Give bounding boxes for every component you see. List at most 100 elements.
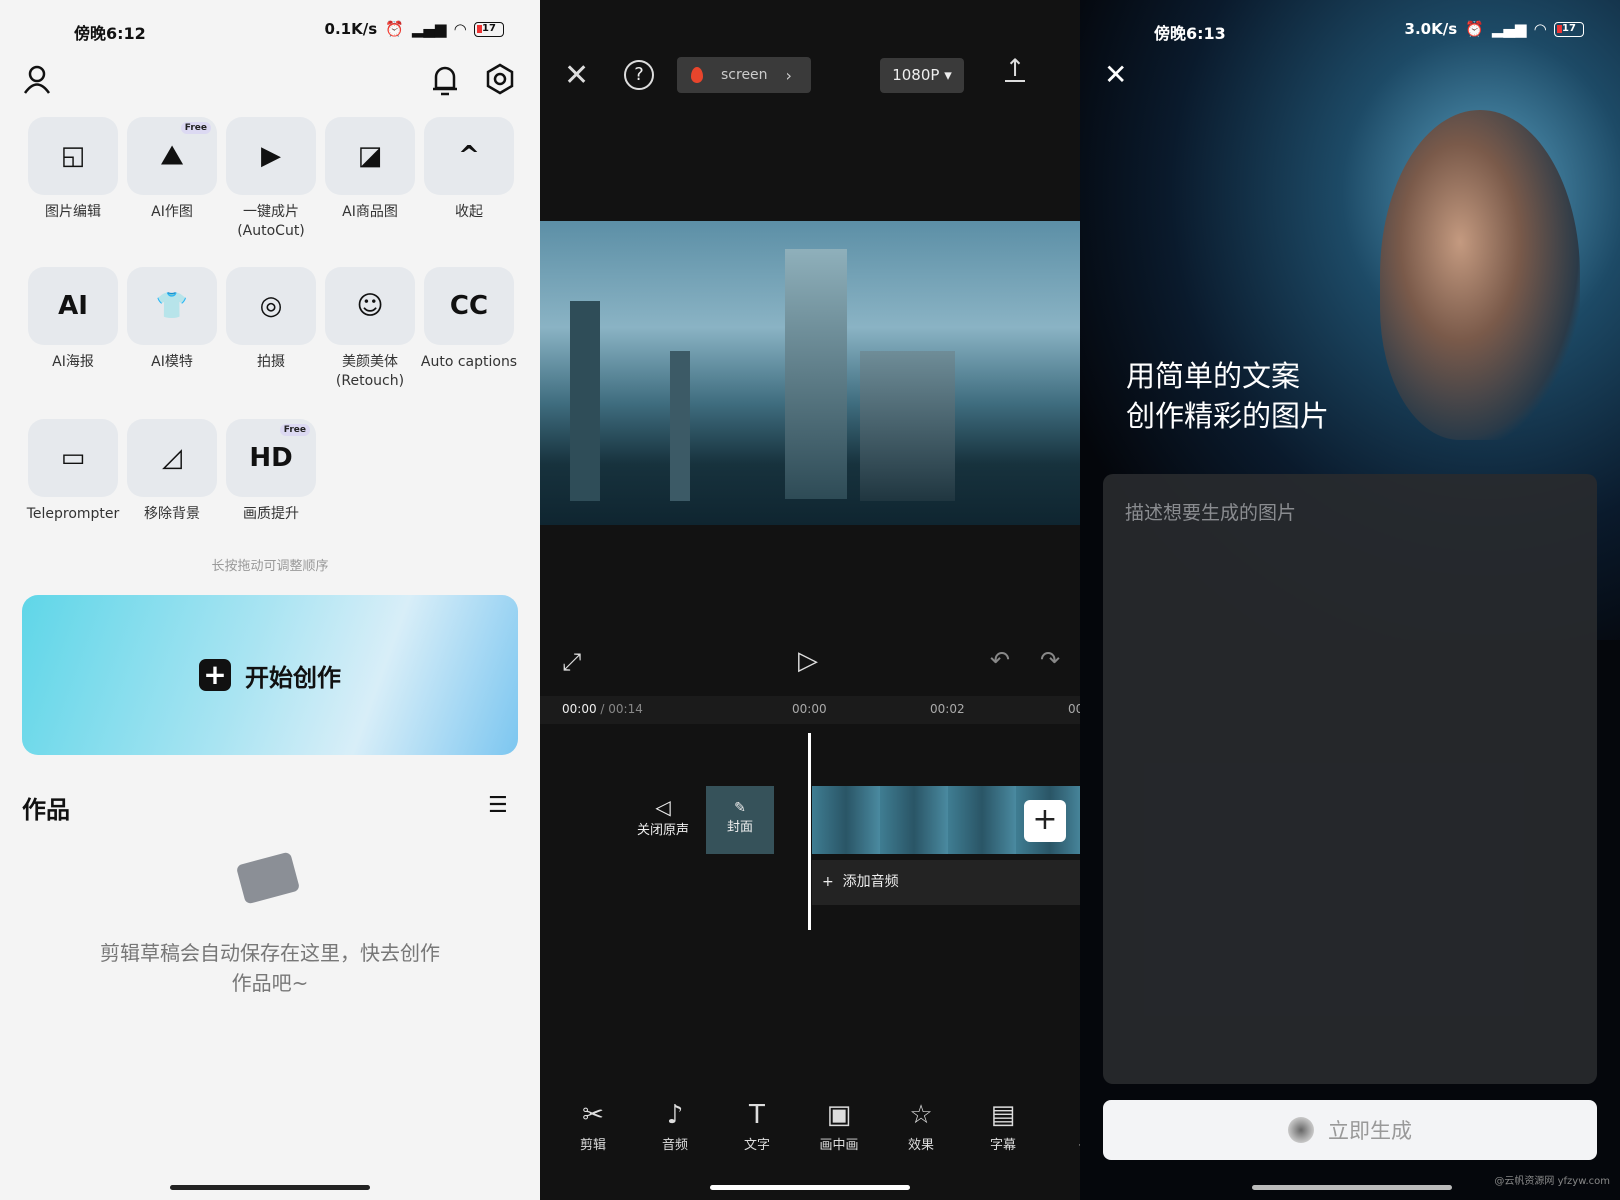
free-badge: Free <box>279 424 310 436</box>
ruler-tick: 00:02 <box>930 702 965 716</box>
network-speed: 0.1K/s <box>324 20 378 38</box>
generate-icon <box>1288 1117 1314 1143</box>
tool-tile[interactable]: ◎ <box>226 267 316 345</box>
tool-tile[interactable]: ◿ <box>127 419 217 497</box>
status-bar-right: 0.1K/s ⏰ ▂▄▆ ◠ 17 <box>325 20 504 38</box>
ai-product-icon: ◪ <box>357 141 383 171</box>
play-icon[interactable]: ▷ <box>798 646 818 676</box>
tool-label: AI海报 <box>52 354 94 370</box>
chevron-up-icon: ^ <box>458 141 480 171</box>
bell-icon[interactable] <box>430 64 460 96</box>
tool-label: 拍摄 <box>257 354 285 370</box>
remove-bg-icon: ◿ <box>162 443 182 473</box>
list-edit-icon[interactable]: ☰ <box>488 793 508 818</box>
export-icon[interactable]: ↑ <box>1005 56 1026 82</box>
status-time: 傍晚6:12 <box>74 24 146 43</box>
project-name: screen <box>721 67 768 83</box>
project-name-button[interactable]: screen › <box>677 57 811 93</box>
tool-tile[interactable]: AI <box>28 267 118 345</box>
start-create-label: 开始创作 <box>245 663 341 692</box>
toolbar-item[interactable]: ☆ 效果 <box>886 1100 956 1153</box>
watermark: @云帆资源网 yfzyw.com <box>1494 1176 1610 1187</box>
tool-label: 一键成片 (AutoCut) <box>237 204 305 239</box>
toolbar-item[interactable]: ▣ 画中画 <box>804 1100 874 1153</box>
toolbar-label: 音频 <box>661 1138 688 1153</box>
toolbar-label: 剪辑 <box>579 1138 606 1153</box>
help-icon[interactable]: ? <box>624 60 654 90</box>
start-create-button[interactable]: + 开始创作 <box>22 595 518 755</box>
headline-line: 用简单的文案 <box>1126 359 1301 393</box>
film-clip-icon <box>235 851 301 905</box>
more-icon: [ <box>1050 1100 1081 1134</box>
ai-model-icon: 👕 <box>155 291 189 321</box>
tool-label: AI商品图 <box>342 204 398 220</box>
subtitle-icon: ▤ <box>990 1100 1016 1130</box>
tool-tile[interactable]: 👕 <box>127 267 217 345</box>
generate-button[interactable]: 立即生成 <box>1103 1100 1597 1160</box>
headline-line: 创作精彩的图片 <box>1126 399 1330 433</box>
reorder-hint: 长按拖动可调整顺序 <box>211 559 329 574</box>
video-preview[interactable] <box>540 221 1080 525</box>
tool-tile[interactable]: ☺ <box>325 267 415 345</box>
mute-original-button[interactable]: ◁ 关闭原声 <box>628 795 698 838</box>
redo-icon[interactable]: ↷ <box>1040 646 1060 674</box>
toolbar-label: 画中画 <box>819 1138 859 1153</box>
cover-label: 封面 <box>726 820 753 835</box>
tool-tile[interactable]: ▶ <box>226 117 316 195</box>
resolution-value: 1080P <box>892 66 940 84</box>
tool-tile[interactable]: ⛰ Free <box>127 117 217 195</box>
empty-works-text: 剪辑草稿会自动保存在这里，快去创作 作品吧~ <box>100 941 440 995</box>
prompt-placeholder: 描述想要生成的图片 <box>1125 502 1297 524</box>
plus-icon: + <box>822 874 834 890</box>
settings-icon[interactable] <box>485 63 515 95</box>
generate-label: 立即生成 <box>1328 1119 1412 1143</box>
cover-button[interactable]: ✎ 封面 <box>706 786 774 854</box>
toolbar-item[interactable]: ✂ 剪辑 <box>558 1100 628 1153</box>
tool-tile[interactable]: CC <box>424 267 514 345</box>
works-title: 作品 <box>22 796 70 824</box>
effects-icon: ☆ <box>909 1100 933 1130</box>
wifi-icon: ◠ <box>454 20 466 38</box>
home-screen: 傍晚6:12 0.1K/s ⏰ ▂▄▆ ◠ 17 ◱ 图片编辑 ⛰ Free AI作图 ▶… <box>0 0 540 1200</box>
undo-icon[interactable]: ↶ <box>990 646 1010 674</box>
hero-figure <box>1380 110 1580 440</box>
toolbar-label: 字幕 <box>989 1138 1016 1153</box>
status-bar-right: 3.0K/s ⏰ ▂▄▆ ◠ 17 <box>1405 20 1584 38</box>
ai-image-icon: ⛰ <box>161 140 183 171</box>
toolbar-item[interactable]: [長 <box>1050 1100 1080 1153</box>
playhead[interactable] <box>808 733 811 930</box>
toolbar-item[interactable]: ♪ 音频 <box>640 1100 710 1153</box>
close-icon[interactable]: ✕ <box>564 58 589 93</box>
add-audio-button[interactable]: + 添加音频 <box>812 860 1080 905</box>
add-clip-button[interactable]: + <box>1024 800 1066 842</box>
home-indicator[interactable] <box>1252 1185 1452 1190</box>
tool-tile[interactable]: ▭ <box>28 419 118 497</box>
toolbar-label: 文字 <box>743 1138 770 1153</box>
scissors-icon: ✂ <box>582 1100 604 1130</box>
signal-icon: ▂▄▆ <box>411 20 447 38</box>
editor-screen: ✕ ? screen › 1080P ▾ ↑ ⤢ ▷ ↶ ↷ 00:00 / 0… <box>540 0 1080 1200</box>
close-icon[interactable]: ✕ <box>1104 58 1127 91</box>
captions-icon: CC <box>449 291 489 321</box>
battery-icon: 17 <box>474 21 504 37</box>
toolbar-item[interactable]: ▤ 字幕 <box>968 1100 1038 1153</box>
fullscreen-icon[interactable]: ⤢ <box>562 648 581 676</box>
current-time: 00:00 <box>562 702 597 716</box>
tool-tile[interactable]: ◪ <box>325 117 415 195</box>
home-indicator[interactable] <box>710 1185 910 1190</box>
ai-poster-icon: AI <box>58 291 88 321</box>
toolbar-item[interactable]: T 文字 <box>722 1100 792 1153</box>
ruler-tick: 00 <box>1068 702 1080 716</box>
tool-tile[interactable]: ◱ <box>28 117 118 195</box>
music-note-icon: ♪ <box>666 1100 684 1130</box>
tool-label: Teleprompter <box>26 506 120 522</box>
tool-tile[interactable]: HD Free <box>226 419 316 497</box>
free-badge: Free <box>180 122 211 134</box>
home-indicator[interactable] <box>170 1185 370 1190</box>
profile-icon[interactable] <box>22 64 52 94</box>
wifi-icon: ◠ <box>1534 20 1546 38</box>
prompt-textarea[interactable]: 描述想要生成的图片 <box>1103 474 1597 1084</box>
tool-tile[interactable]: ^ <box>424 117 514 195</box>
speaker-icon: ◁ <box>655 795 671 819</box>
resolution-select[interactable]: 1080P ▾ <box>880 58 964 93</box>
